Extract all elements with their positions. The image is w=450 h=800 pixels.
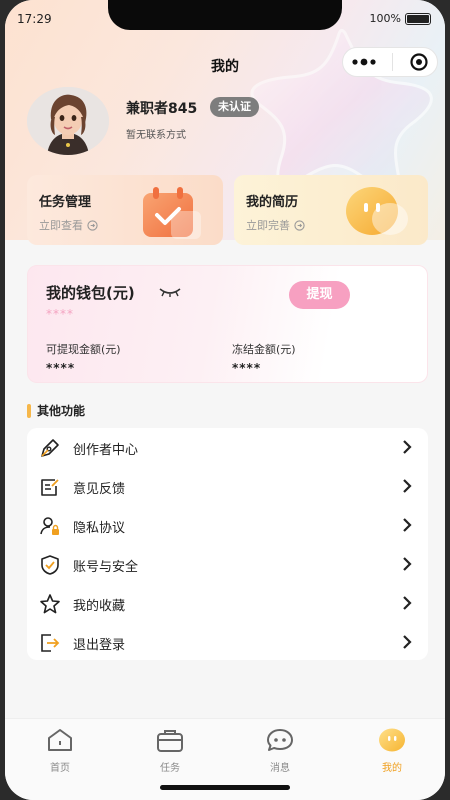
task-card-sub-label: 立即查看 <box>39 219 83 232</box>
menu-item-logout[interactable]: 退出登录 <box>27 623 428 662</box>
close-circle-icon[interactable] <box>409 52 429 72</box>
menu-label: 账号与安全 <box>73 560 139 575</box>
avatar-illustration <box>27 87 109 155</box>
menu-item-creator-center[interactable]: 创作者中心 <box>27 428 428 467</box>
menu-label: 我的收藏 <box>73 599 126 614</box>
chat-bubble-icon <box>346 187 408 235</box>
tab-messages[interactable]: 消息 <box>250 727 310 774</box>
arrow-circle-icon <box>87 219 98 231</box>
tab-tasks[interactable]: 任务 <box>140 727 200 774</box>
menu-item-privacy[interactable]: 隐私协议 <box>27 506 428 545</box>
battery-icon <box>405 12 431 25</box>
logout-icon <box>41 634 60 652</box>
privacy-icon <box>40 517 59 535</box>
section-title: 其他功能 <box>27 402 85 419</box>
briefcase-icon <box>157 730 183 752</box>
chevron-right-icon <box>403 518 412 532</box>
eye-closed-icon[interactable] <box>158 286 182 298</box>
menu-label: 退出登录 <box>73 638 126 653</box>
status-battery: 100% <box>370 12 431 25</box>
wallet-card: 我的钱包(元) **** 提现 可提现金额(元) **** 冻结金额(元) **… <box>27 265 428 383</box>
phone-screen: 17:29 100% 我的 兼职者845 未认证 暂无联系方式 任务管理 立即查… <box>5 0 445 800</box>
battery-percent: 100% <box>369 12 401 25</box>
contact-info: 暂无联系方式 <box>126 130 186 141</box>
menu-label: 意见反馈 <box>73 482 126 497</box>
status-time: 17:29 <box>17 12 52 26</box>
profile-icon <box>379 728 405 752</box>
withdrawable-value: **** <box>46 361 76 375</box>
device-notch <box>108 0 342 30</box>
chevron-right-icon <box>403 557 412 571</box>
resume-card[interactable]: 我的简历 立即完善 <box>234 175 428 245</box>
menu-item-account-security[interactable]: 账号与安全 <box>27 545 428 584</box>
home-indicator <box>160 785 290 790</box>
task-card-link[interactable]: 立即查看 <box>39 217 98 233</box>
tab-label: 任务 <box>160 763 180 774</box>
more-icon[interactable] <box>351 58 377 66</box>
capsule-divider <box>392 53 394 71</box>
wallet-total-hidden: **** <box>46 307 74 321</box>
wallet-title: 我的钱包(元) <box>46 284 135 302</box>
verification-badge[interactable]: 未认证 <box>210 97 259 117</box>
chevron-right-icon <box>403 596 412 610</box>
feedback-icon <box>41 479 59 496</box>
function-menu: 创作者中心 意见反馈 隐私协议 账号与安全 我的收藏 退出登录 <box>27 428 428 660</box>
pen-icon <box>41 439 59 457</box>
chevron-right-icon <box>403 440 412 454</box>
calendar-check-icon <box>143 187 201 239</box>
chevron-right-icon <box>403 635 412 649</box>
menu-item-favorites[interactable]: 我的收藏 <box>27 584 428 623</box>
tab-label: 首页 <box>50 763 70 774</box>
task-management-card[interactable]: 任务管理 立即查看 <box>27 175 223 245</box>
resume-card-title: 我的简历 <box>246 195 299 210</box>
miniprogram-capsule <box>342 47 438 77</box>
frozen-label: 冻结金额(元) <box>232 343 296 356</box>
message-icon <box>267 729 293 751</box>
tab-label: 消息 <box>270 763 290 774</box>
withdraw-button[interactable]: 提现 <box>289 281 350 309</box>
shield-icon <box>41 555 59 575</box>
home-icon <box>48 729 72 751</box>
chevron-right-icon <box>403 479 412 493</box>
tab-profile[interactable]: 我的 <box>362 727 422 774</box>
withdrawable-label: 可提现金额(元) <box>46 343 121 356</box>
username: 兼职者845 <box>126 101 198 117</box>
frozen-value: **** <box>232 361 262 375</box>
tab-label: 我的 <box>382 763 402 774</box>
tab-home[interactable]: 首页 <box>30 727 90 774</box>
arrow-circle-icon <box>294 219 305 231</box>
menu-item-feedback[interactable]: 意见反馈 <box>27 467 428 506</box>
avatar[interactable] <box>27 87 109 155</box>
resume-card-link[interactable]: 立即完善 <box>246 217 305 233</box>
resume-card-sub-label: 立即完善 <box>246 219 290 232</box>
menu-label: 创作者中心 <box>73 443 139 458</box>
task-card-title: 任务管理 <box>39 195 92 210</box>
star-icon <box>40 594 60 614</box>
section-accent-bar <box>27 403 31 418</box>
menu-label: 隐私协议 <box>73 521 126 536</box>
section-title-text: 其他功能 <box>37 404 86 418</box>
